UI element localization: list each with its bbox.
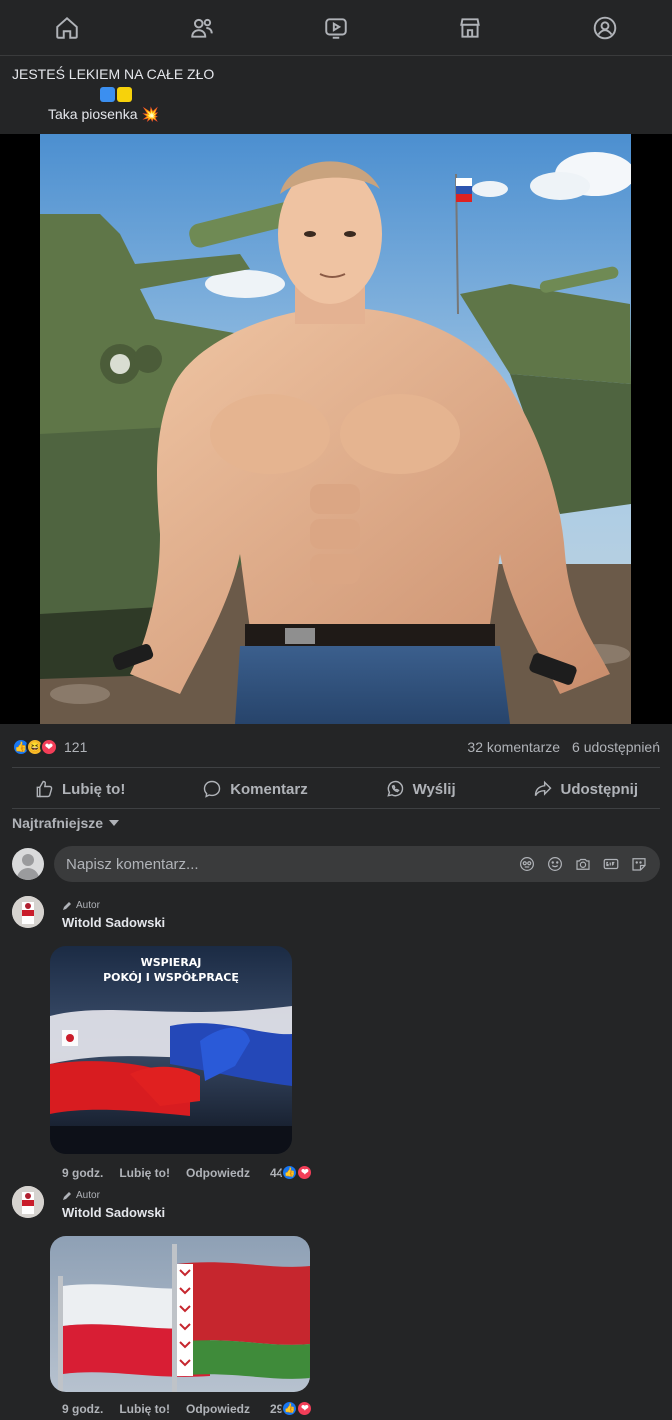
camera-icon — [576, 858, 590, 870]
home-icon — [56, 16, 78, 39]
divider — [12, 767, 660, 768]
comment-reply-link[interactable]: Odpowiedz — [186, 1402, 250, 1416]
comment-image[interactable]: WSPIERAJ POKÓJ I WSPÓŁPRACĘ — [50, 946, 292, 1154]
handshake-poster: WSPIERAJ POKÓJ I WSPÓŁPRACĘ — [50, 946, 292, 1154]
shares-count[interactable]: 6 udostępnień — [572, 739, 660, 755]
love-reaction-icon: ❤ — [40, 738, 58, 756]
comment-meta: 9 godz. Lubię to! Odpowiedz 44 👍 ❤ — [62, 1164, 314, 1181]
comment-label: Komentarz — [230, 780, 308, 798]
post-text-line: JESTEŚ LEKIEM NA CAŁE ZŁO — [12, 66, 215, 82]
blue-square-emoji — [100, 86, 115, 102]
commenter-name[interactable]: Witold Sadowski — [62, 915, 165, 930]
engagement-counts: 32 komentarze 6 udostępnień — [467, 739, 660, 755]
whatsapp-icon — [386, 780, 403, 797]
love-reaction-icon: ❤ — [296, 1164, 314, 1181]
post-photo[interactable] — [40, 134, 631, 724]
send-label: Wyślij — [412, 780, 456, 798]
emoji-button[interactable] — [546, 855, 564, 873]
video-icon — [325, 17, 347, 39]
emoji-icon — [548, 857, 562, 871]
pen-icon — [63, 1191, 71, 1200]
comment-reply-link[interactable]: Odpowiedz — [186, 1166, 250, 1180]
poster-title-line2: POKÓJ I WSPÓŁPRACĘ — [103, 971, 239, 984]
current-user-avatar[interactable] — [12, 848, 44, 880]
pen-icon — [63, 901, 71, 910]
comment-icon — [203, 780, 221, 798]
avatar-head — [22, 854, 34, 866]
like-label: Lubię to! — [62, 780, 126, 798]
poster-title-line1: WSPIERAJ — [141, 956, 202, 969]
share-icon — [534, 780, 552, 797]
post-text-line: Taka piosenka 💥 — [12, 104, 412, 124]
collision-emoji: 💥 — [141, 106, 159, 122]
commenter-avatar[interactable] — [12, 896, 44, 928]
comment-image[interactable] — [50, 1236, 310, 1392]
post-illustration — [40, 134, 631, 724]
flags-photo — [50, 1236, 310, 1392]
comment: Autor Witold Sadowski 9 godz. Lubię to! … — [12, 1186, 660, 1420]
reaction-count-button[interactable]: 👍 😆 ❤ 121 — [12, 738, 87, 756]
nav-watch[interactable] — [308, 6, 364, 50]
reactions-summary: 👍 😆 ❤ 121 32 komentarze 6 udostępnień — [12, 736, 660, 758]
post-text: JESTEŚ LEKIEM NA CAŁE ZŁO Taka piosenka … — [12, 64, 412, 124]
reaction-count: 121 — [64, 739, 88, 755]
comment-reaction-icons: 👍 ❤ — [281, 1400, 314, 1417]
comment-time[interactable]: 9 godz. — [62, 1166, 103, 1180]
comment-like-link[interactable]: Lubię to! — [119, 1166, 170, 1180]
comment-reaction-icons: 👍 ❤ — [281, 1164, 314, 1181]
comment-button[interactable]: Komentarz — [180, 770, 330, 808]
avatar-image — [12, 896, 44, 928]
gif-icon — [603, 858, 619, 870]
send-button[interactable]: Wyślij — [363, 770, 478, 808]
caret-down-icon — [109, 820, 120, 826]
avatar-sticker-icon — [520, 857, 534, 871]
post-actions: Lubię to! Komentarz Wyślij Udostępnij — [12, 770, 660, 808]
nav-friends[interactable] — [174, 6, 230, 50]
nav-marketplace[interactable] — [442, 6, 498, 50]
avatar-sticker-button[interactable] — [518, 855, 536, 873]
author-badge: Autor — [62, 900, 100, 911]
divider — [12, 808, 660, 809]
comment-time[interactable]: 9 godz. — [62, 1402, 103, 1416]
love-reaction-icon: ❤ — [296, 1400, 314, 1417]
comment-reactions[interactable]: 29 👍 ❤ — [270, 1400, 314, 1417]
thumbs-up-icon — [36, 780, 53, 798]
comment-composer — [12, 845, 660, 883]
comment-meta: 9 godz. Lubię to! Odpowiedz 29 👍 ❤ — [62, 1400, 314, 1417]
author-badge-label: Autor — [76, 1190, 100, 1201]
comment-sort-dropdown[interactable]: Najtrafniejsze — [12, 815, 120, 831]
friends-icon — [190, 18, 213, 38]
yellow-square-emoji — [117, 86, 132, 102]
comment-input-box[interactable] — [54, 846, 660, 882]
sort-label: Najtrafniejsze — [12, 815, 104, 831]
gif-button[interactable] — [602, 855, 620, 873]
profile-icon — [593, 16, 617, 39]
nav-profile[interactable] — [577, 6, 633, 50]
post-media[interactable] — [0, 134, 672, 724]
composer-tools — [518, 855, 648, 873]
author-badge-label: Autor — [76, 900, 100, 911]
avatar-image — [12, 1186, 44, 1218]
camera-button[interactable] — [574, 855, 592, 873]
comment-reactions[interactable]: 44 👍 ❤ — [270, 1164, 314, 1181]
top-nav — [0, 0, 672, 56]
comments-count[interactable]: 32 komentarze — [467, 739, 560, 755]
share-label: Udostępnij — [560, 780, 639, 798]
comment-input[interactable] — [66, 855, 518, 873]
sticker-button[interactable] — [630, 855, 648, 873]
comment: Autor Witold Sadowski WSPIERAJ POKÓJ I W… — [12, 896, 660, 1186]
post-text-song: Taka piosenka — [48, 106, 138, 122]
commenter-name[interactable]: Witold Sadowski — [62, 1205, 165, 1220]
author-badge: Autor — [62, 1190, 100, 1201]
comment-like-link[interactable]: Lubię to! — [119, 1402, 170, 1416]
sticker-icon — [632, 858, 646, 871]
nav-home[interactable] — [39, 6, 95, 50]
flag-emoji — [12, 84, 412, 104]
avatar-body — [17, 868, 39, 880]
commenter-avatar[interactable] — [12, 1186, 44, 1218]
like-button[interactable]: Lubię to! — [12, 770, 147, 808]
reaction-icons: 👍 😆 ❤ — [12, 738, 58, 756]
share-button[interactable]: Udostępnij — [511, 770, 661, 808]
store-icon — [460, 17, 481, 38]
